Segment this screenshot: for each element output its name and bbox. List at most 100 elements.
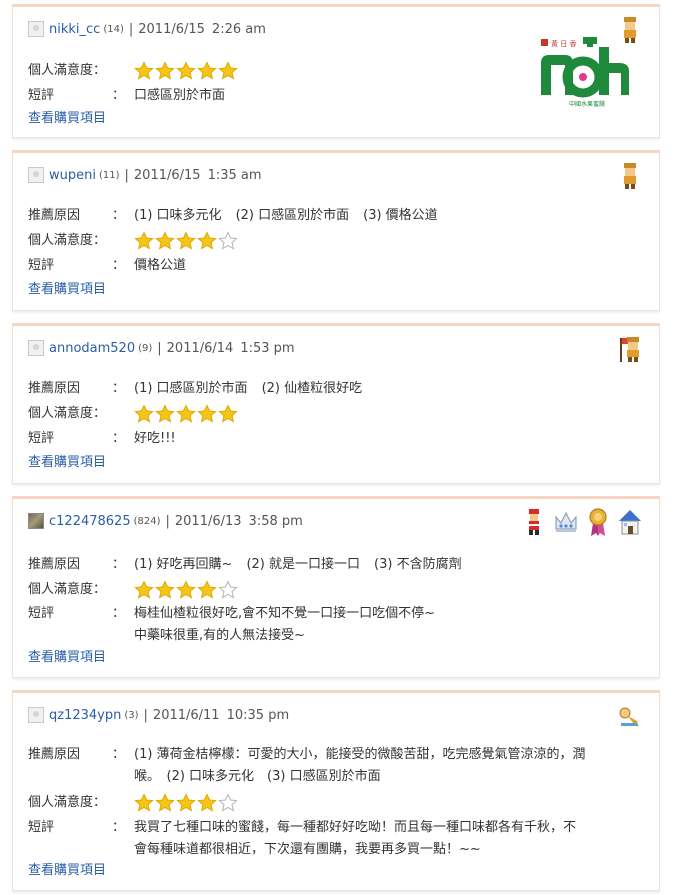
star-filled-icon — [197, 231, 217, 250]
reason-label: 推薦原因 — [28, 747, 81, 762]
comment-row: 短評 ： 價格公道 — [28, 255, 647, 277]
view-purchase-link[interactable]: 查看購買項目 — [28, 862, 106, 880]
reason-item: (3) 價格公道 — [363, 208, 438, 223]
colon: ： — [112, 381, 126, 396]
star-filled-icon — [176, 580, 196, 599]
review-time: 1:53 pm — [240, 340, 295, 356]
separator: | — [157, 340, 162, 356]
star-filled-icon — [176, 404, 196, 423]
review-header: wupeni (11) | 2011/6/15 1:35 am — [28, 166, 262, 184]
comment-text: 我買了七種口味的蜜餞，每一種都好好吃呦！而且每一種口味都各有千秋，不 會每種味道… — [134, 817, 647, 861]
view-purchase-link[interactable]: 查看購買項目 — [28, 649, 106, 667]
comment-text: 價格公道 — [134, 258, 187, 273]
reason-item: (1) 口感區別於市面 — [134, 381, 248, 396]
rating-stars — [134, 60, 238, 82]
star-filled-icon — [197, 793, 217, 812]
badge-list — [521, 507, 643, 537]
colon: ： — [112, 431, 126, 446]
reason-row: 推薦原因 ： (1) 口感區別於市面 (2) 仙楂粒很好吃 — [28, 378, 647, 400]
star-filled-icon — [176, 61, 196, 80]
username-link[interactable]: wupeni — [49, 168, 96, 183]
avatar[interactable] — [28, 513, 44, 529]
reason-item: (2) 口感區別於市面 — [235, 208, 350, 223]
satisfaction-row: 個人滿意度： — [28, 579, 647, 601]
colon: ： — [112, 606, 126, 621]
review-card: c122478625 (824) | 2011/6/13 3:58 pm 推薦原… — [12, 496, 660, 678]
brand-tag-text: 黃 日 香 — [551, 39, 576, 48]
comment-line: 我買了七種口味的蜜餞，每一種都好好吃呦！而且每一種口味都各有千秋，不 — [134, 820, 577, 835]
review-header: nikki_cc (14) | 2011/6/15 2:26 am — [28, 20, 266, 38]
star-filled-icon — [197, 404, 217, 423]
star-filled-icon — [134, 793, 154, 812]
reason-row: 推薦原因 ： (1) 薄荷金桔檸檬：可愛的大小，能接受的微酸苦甜，吃完感覺氣管涼… — [28, 744, 647, 788]
comment-line: 梅桂仙楂粒很好吃,會不知不覺一口接一口吃個不停~ — [134, 606, 436, 621]
colon: ： — [112, 258, 126, 273]
satisfaction-label: 個人滿意度： — [28, 63, 107, 78]
review-card: wupeni (11) | 2011/6/15 1:35 am 推薦原因 ： (… — [12, 150, 660, 311]
rating-stars — [134, 403, 238, 425]
colon: ： — [112, 557, 126, 572]
crown-icon — [555, 511, 577, 532]
review-count: (11) — [98, 169, 120, 181]
review-date: 2011/6/11 — [152, 707, 220, 723]
rating-stars — [134, 792, 238, 814]
reason-text: (1) 口感區別於市面 (2) 仙楂粒很好吃 — [134, 378, 647, 400]
star-empty-icon — [218, 580, 238, 599]
avatar[interactable] — [28, 21, 44, 37]
review-count: (9) — [138, 342, 153, 354]
avatar[interactable] — [28, 707, 44, 723]
review-date: 2011/6/15 — [133, 167, 201, 183]
username-link[interactable]: annodam520 — [49, 341, 135, 356]
comment-text: 口感區別於市面 — [134, 88, 226, 103]
badge-list — [617, 701, 643, 731]
comment-label: 短評 — [28, 431, 55, 446]
colon: ： — [112, 208, 126, 223]
star-filled-icon — [176, 793, 196, 812]
star-filled-icon — [197, 580, 217, 599]
comment-label: 短評 — [28, 258, 55, 273]
satisfaction-row: 個人滿意度： — [28, 230, 647, 252]
reason-text: (1) 好吃再回購~ (2) 就是一口接一口 (3) 不含防腐劑 — [134, 554, 647, 576]
review-card: nikki_cc (14) | 2011/6/15 2:26 am 黃 日 香 — [12, 4, 660, 138]
review-time: 1:35 am — [207, 167, 262, 183]
review-date: 2011/6/15 — [138, 21, 205, 37]
star-filled-icon — [218, 404, 238, 423]
reason-item: (3) 不含防腐劑 — [374, 557, 462, 572]
star-filled-icon — [134, 404, 154, 423]
rating-stars — [134, 230, 238, 252]
star-filled-icon — [134, 231, 154, 250]
comment-label: 短評 — [28, 88, 55, 103]
view-purchase-link[interactable]: 查看購買項目 — [28, 110, 106, 128]
rating-stars — [134, 579, 238, 601]
review-time: 3:58 pm — [248, 513, 303, 529]
review-date: 2011/6/14 — [166, 340, 234, 356]
review-card: annodam520 (9) | 2011/6/14 1:53 pm 推薦原因 … — [12, 323, 660, 484]
view-purchase-link[interactable]: 查看購買項目 — [28, 281, 106, 299]
separator: | — [128, 21, 134, 37]
flag-figure-icon — [620, 337, 639, 362]
username-link[interactable]: qz1234ypn — [49, 708, 121, 723]
crawling-figure-icon — [619, 707, 639, 727]
reason-item: (1) 好吃再回購~ — [134, 557, 233, 572]
star-filled-icon — [155, 231, 175, 250]
medal-icon — [589, 508, 607, 536]
username-link[interactable]: nikki_cc — [49, 22, 100, 37]
avatar[interactable] — [28, 167, 44, 183]
review-time: 10:35 pm — [226, 707, 290, 723]
reason-label: 推薦原因 — [28, 557, 81, 572]
review-count: (824) — [133, 515, 161, 527]
comment-line: 中藥味很重,有的人無法接受~ — [134, 628, 306, 643]
view-purchase-link[interactable]: 查看購買項目 — [28, 454, 106, 472]
satisfaction-label: 個人滿意度： — [28, 582, 107, 597]
reason-line: 喉。 (2) 口味多元化 (3) 口感區別於市面 — [134, 769, 381, 784]
satisfaction-label: 個人滿意度： — [28, 406, 107, 421]
review-header: c122478625 (824) | 2011/6/13 3:58 pm — [28, 512, 303, 530]
star-filled-icon — [197, 61, 217, 80]
comment-line: 會每種味道都很相近，下次還有團購，我要再多買一點！~~ — [134, 842, 481, 857]
review-card: qz1234ypn (3) | 2011/6/11 10:35 pm 推薦原因 … — [12, 690, 660, 891]
username-link[interactable]: c122478625 — [49, 514, 131, 529]
avatar[interactable] — [28, 340, 44, 356]
star-filled-icon — [155, 793, 175, 812]
reason-item: (2) 仙楂粒很好吃 — [261, 381, 363, 396]
comment-label: 短評 — [28, 820, 55, 835]
